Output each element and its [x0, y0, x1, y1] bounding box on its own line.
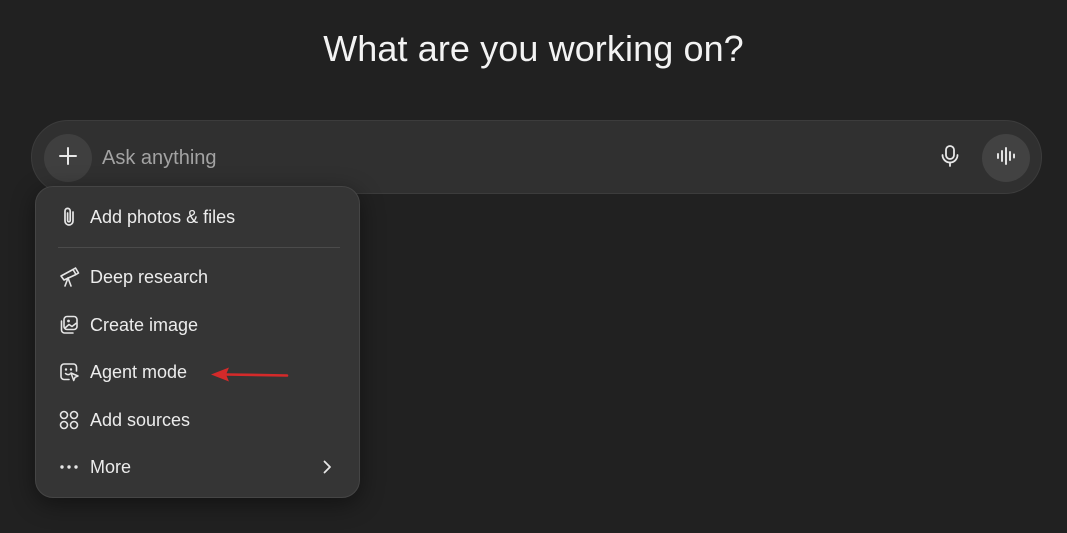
menu-item-label: Add photos & files [90, 206, 236, 227]
plus-icon [57, 145, 79, 172]
composer [31, 120, 1042, 194]
menu-item-label: More [90, 456, 132, 477]
page: What are you working on? Ask anything Ad… [0, 0, 1067, 533]
telescope-icon [58, 266, 80, 288]
more-dots-icon [58, 456, 80, 478]
menu-divider [58, 247, 340, 248]
paperclip-icon [58, 206, 80, 228]
annotation-arrow [208, 364, 292, 386]
menu-item-agent-mode[interactable]: Agent mode [48, 350, 348, 394]
image-icon [58, 314, 80, 336]
menu-item-create-image[interactable]: Create image [48, 303, 348, 347]
agent-cursor-icon [58, 361, 80, 383]
menu-item-deep-research[interactable]: Deep research [48, 255, 348, 299]
voice-mode-button[interactable] [982, 134, 1030, 182]
attach-menu: Add photos & files Deep research Create … [35, 186, 360, 498]
microphone-icon [939, 144, 961, 173]
add-button[interactable] [44, 134, 92, 182]
menu-item-label: Add sources [90, 409, 191, 430]
menu-item-add-photos-files[interactable]: Add photos & files [48, 195, 348, 239]
dictate-button[interactable] [930, 138, 970, 178]
menu-item-add-sources[interactable]: Add sources [48, 398, 348, 442]
menu-item-label: Deep research [90, 266, 209, 287]
page-title: What are you working on? [323, 28, 744, 69]
menu-item-label: Create image [90, 314, 199, 335]
voice-waveform-icon [995, 145, 1017, 172]
menu-item-label: Agent mode [90, 361, 188, 382]
chevron-right-icon [316, 456, 338, 478]
prompt-input[interactable] [102, 143, 882, 173]
sources-icon [58, 409, 80, 431]
menu-item-more[interactable]: More [48, 445, 348, 489]
